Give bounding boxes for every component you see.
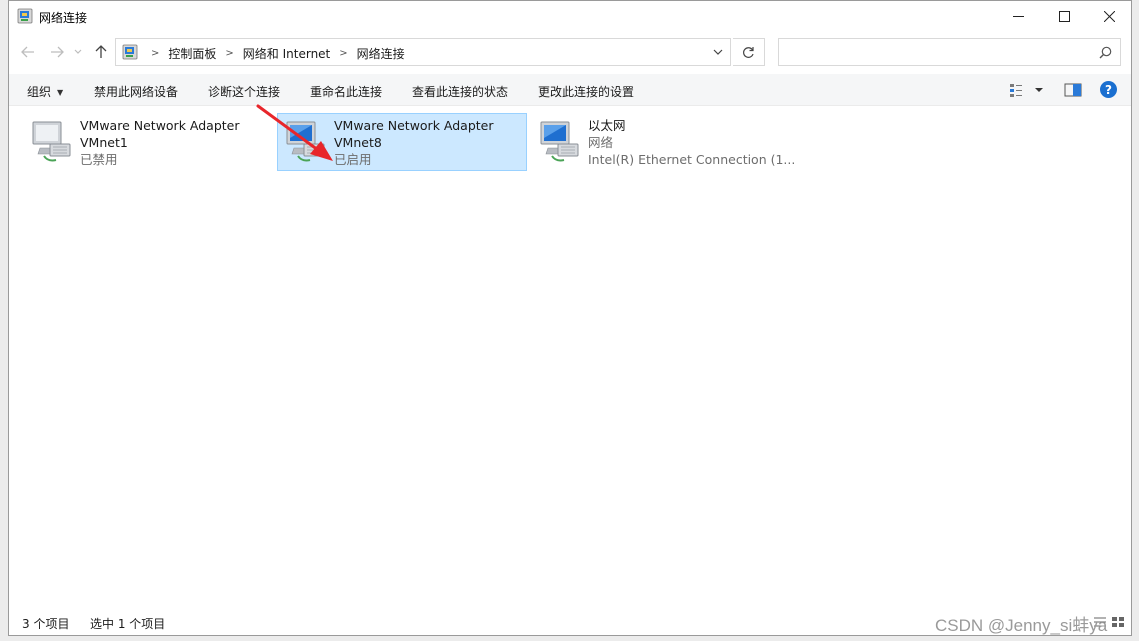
close-button[interactable] [1086, 1, 1131, 32]
close-icon [1103, 11, 1115, 22]
change-settings-button[interactable]: 更改此连接的设置 [538, 83, 634, 100]
up-button[interactable] [90, 42, 112, 62]
network-adapter-icon [286, 121, 325, 162]
connections-list: VMware Network Adapter VMnet1 已禁用 VMware… [9, 107, 1131, 607]
view-status-button[interactable]: 查看此连接的状态 [412, 83, 508, 100]
title-bar: 网络连接 [9, 1, 1131, 32]
breadcrumb-item-control-panel[interactable]: 控制面板 [168, 45, 216, 62]
recent-locations-button[interactable] [71, 42, 85, 62]
caret-down-icon: ▼ [57, 88, 64, 97]
network-connections-window: 网络连接 > 控制面板 > 网络和 Internet > 网络连接 组织 ▼ 禁… [8, 0, 1132, 636]
breadcrumb: > 控制面板 > 网络和 Internet > 网络连接 [142, 45, 405, 62]
breadcrumb-separator-icon: > [151, 48, 160, 59]
diagnose-button[interactable]: 诊断这个连接 [208, 83, 280, 100]
minimize-icon [1012, 16, 1024, 17]
back-button[interactable] [17, 42, 39, 62]
network-adapter-icon [32, 121, 71, 162]
adapter-status: 已禁用 [80, 152, 118, 167]
adapter-tile-vmnet1[interactable]: VMware Network Adapter VMnet1 已禁用 [23, 113, 273, 171]
search-input[interactable] [778, 38, 1121, 66]
refresh-button[interactable] [733, 38, 765, 66]
breadcrumb-separator-icon: > [339, 48, 348, 59]
maximize-icon [1058, 11, 1070, 22]
window-title: 网络连接 [39, 11, 88, 25]
refresh-icon [743, 46, 754, 58]
maximize-button[interactable] [1041, 1, 1087, 32]
breadcrumb-item-network-connections[interactable]: 网络连接 [357, 45, 405, 62]
control-panel-icon [122, 44, 138, 60]
forward-button[interactable] [46, 42, 68, 62]
organize-label: 组织 [27, 85, 52, 99]
change-view-icon[interactable] [1008, 81, 1028, 99]
adapter-tile-ethernet[interactable]: 以太网 网络 Intel(R) Ethernet Connection (1..… [531, 113, 795, 171]
adapter-name: VMware Network Adapter [334, 118, 494, 133]
up-arrow-icon [95, 45, 107, 58]
preview-pane-icon[interactable] [1063, 81, 1083, 99]
address-dropdown-icon[interactable] [712, 46, 724, 58]
forward-arrow-icon [51, 46, 64, 58]
chevron-down-icon [74, 49, 82, 54]
disable-device-button[interactable]: 禁用此网络设备 [94, 83, 178, 100]
command-bar: 组织 ▼ 禁用此网络设备 诊断这个连接 重命名此连接 查看此连接的状态 更改此连接… [9, 74, 1131, 106]
view-options-chevron-icon[interactable] [1033, 81, 1045, 99]
adapter-subname: VMnet1 [80, 135, 128, 150]
rename-button[interactable]: 重命名此连接 [310, 83, 382, 100]
adapter-subname: VMnet8 [334, 135, 382, 150]
navigation-bar: > 控制面板 > 网络和 Internet > 网络连接 [9, 36, 1131, 68]
watermark: CSDN @Jenny_si蚌ya [935, 616, 1108, 635]
item-count: 3 个项目 [22, 617, 70, 631]
address-bar[interactable]: > 控制面板 > 网络和 Internet > 网络连接 [115, 38, 731, 66]
adapter-status: Intel(R) Ethernet Connection (1... [588, 152, 796, 167]
minimize-button[interactable] [995, 1, 1041, 32]
selected-count: 选中 1 个项目 [90, 617, 166, 631]
adapter-name: 以太网 [588, 118, 626, 133]
network-connections-icon [17, 8, 33, 24]
breadcrumb-item-network-internet[interactable]: 网络和 Internet [243, 45, 330, 62]
breadcrumb-separator-icon: > [225, 48, 234, 59]
search-icon [1099, 46, 1112, 59]
back-arrow-icon [21, 46, 34, 58]
organize-menu[interactable]: 组织 ▼ [27, 83, 63, 100]
adapter-tile-vmnet8[interactable]: VMware Network Adapter VMnet8 已启用 [277, 113, 527, 171]
adapter-status: 已启用 [334, 152, 372, 167]
tiles-view-icon[interactable] [1111, 616, 1125, 628]
network-adapter-icon [540, 121, 579, 162]
adapter-name: VMware Network Adapter [80, 118, 240, 133]
adapter-subname: 网络 [588, 135, 614, 150]
help-icon[interactable]: ? [1100, 81, 1117, 98]
